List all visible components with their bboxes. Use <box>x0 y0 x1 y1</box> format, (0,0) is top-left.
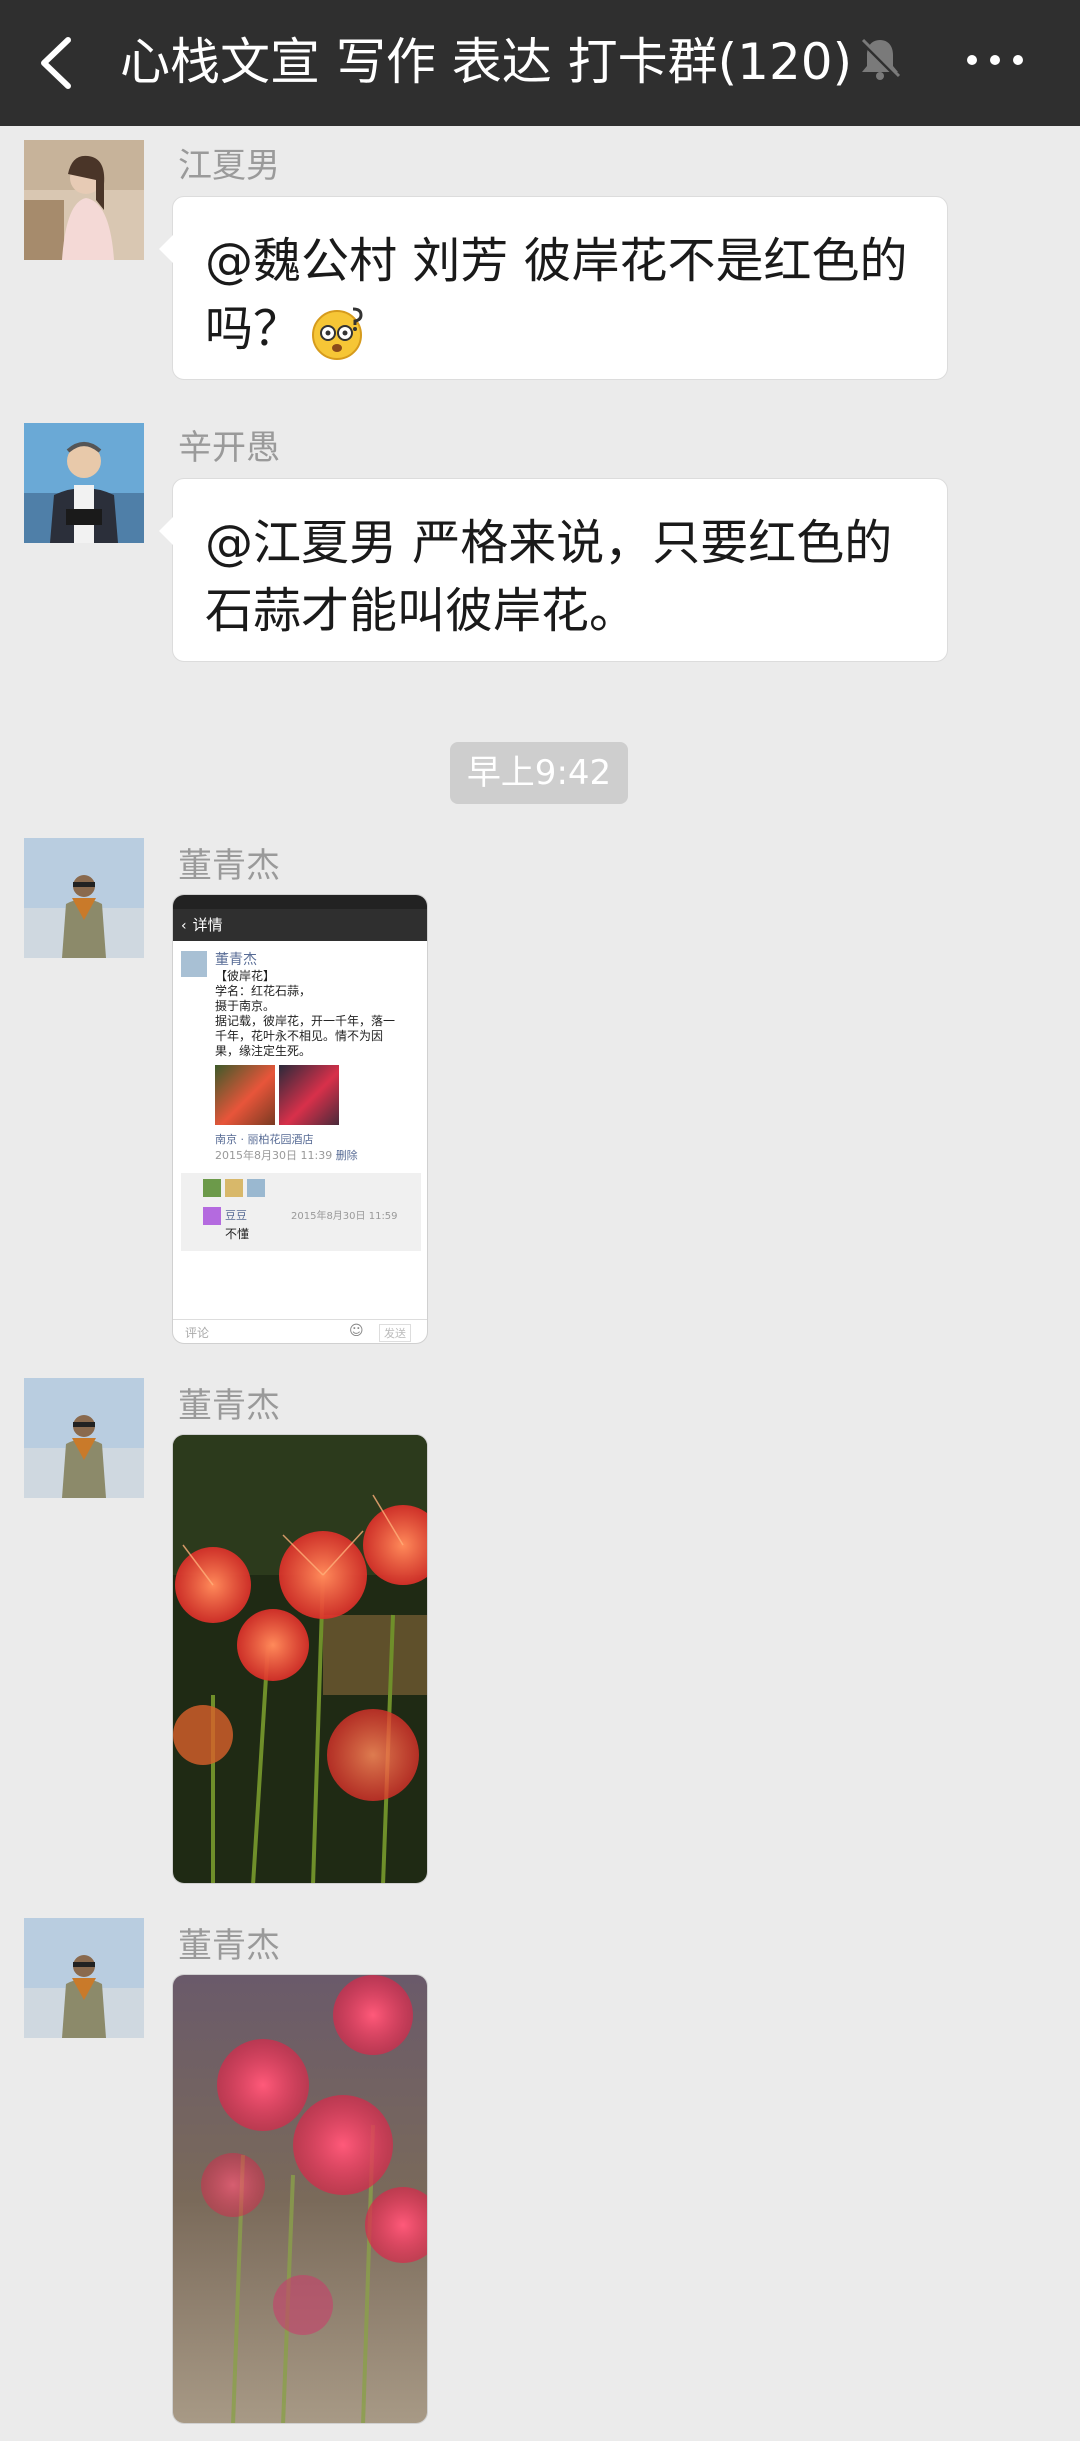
message-bubble[interactable]: @魏公村 刘芳 彼岸花不是红色的吗？ <box>159 196 948 380</box>
avatar-dongqingjie[interactable] <box>24 1918 144 2038</box>
screenshot-header: ‹ 详情 <box>173 909 427 941</box>
sender-name: 辛开愚 <box>178 428 280 468</box>
like-avatar <box>247 1179 265 1197</box>
post-time: 2015年8月30日 11:39 删除 <box>215 1147 358 1163</box>
screenshot-header-title: 详情 <box>192 916 223 934</box>
sender-name: 董青杰 <box>178 1386 280 1426</box>
comment-time: 2015年8月30日 11:59 <box>291 1211 398 1222</box>
comment-placeholder: 评论 <box>185 1326 210 1340</box>
comment-text: 不懂 <box>225 1227 250 1241</box>
sender-name: 董青杰 <box>178 1926 280 1966</box>
comment-author: 豆豆 <box>225 1209 247 1222</box>
bell-muted-icon <box>855 34 905 84</box>
post-photo <box>279 1065 339 1125</box>
post-line: 千年，花叶永不相见。情不为因 <box>215 1029 384 1043</box>
post-delete: 删除 <box>335 1149 358 1162</box>
chat-title: 心栈文宣 写作 表达 打卡群(120) <box>120 33 853 91</box>
post-line: 学名：红花石蒜， <box>215 984 312 998</box>
avatar-jiangxianan[interactable] <box>24 140 144 260</box>
post-line: 摄于南京。 <box>215 999 276 1013</box>
emoji-icon: ☺ <box>349 1323 364 1339</box>
sender-name: 董青杰 <box>178 846 280 886</box>
status-bar <box>173 895 427 909</box>
post-line: 【彼岸花】 <box>215 969 276 983</box>
like-avatar <box>225 1179 243 1197</box>
post-photo <box>215 1065 275 1125</box>
like-avatar <box>203 1179 221 1197</box>
comment-avatar <box>203 1207 221 1225</box>
post-comments: 豆豆 2015年8月30日 11:59 不懂 <box>181 1173 421 1251</box>
image-message-photo[interactable] <box>172 1434 428 1884</box>
message-bubble[interactable]: @江夏男 严格来说，只要红色的石蒜才能叫彼岸花。 <box>159 478 948 662</box>
chevron-left-icon <box>41 37 71 89</box>
post-line: 果，缘注定生死。 <box>215 1044 312 1058</box>
screenshot-post-text: 【彼岸花】 学名：红花石蒜， 摄于南京。 据记载，彼岸花，开一千年，落一 千年，… <box>215 969 423 1059</box>
post-location: 南京 · 丽柏花园酒店 <box>215 1133 314 1146</box>
sender-name: 江夏男 <box>178 146 280 186</box>
avatar-xinkaiyu[interactable] <box>24 423 144 543</box>
post-line: 据记载，彼岸花，开一千年，落一 <box>215 1014 396 1028</box>
top-bar: 心栈文宣 写作 表达 打卡群(120) <box>0 0 1080 126</box>
message-text: @江夏男 严格来说，只要红色的石蒜才能叫彼岸花。 <box>205 515 893 639</box>
back-button[interactable] <box>30 28 90 98</box>
post-time-text: 2015年8月30日 11:39 <box>215 1149 333 1162</box>
screenshot-author: 董青杰 <box>215 952 257 968</box>
screenshot-avatar <box>181 951 207 977</box>
chevron-left-icon: ‹ <box>181 918 187 934</box>
more-button[interactable] <box>960 30 1030 90</box>
dizzy-face-emoji <box>309 303 369 361</box>
avatar-dongqingjie[interactable] <box>24 1378 144 1498</box>
send-label: 发送 <box>379 1324 411 1342</box>
image-message-screenshot[interactable]: ‹ 详情 董青杰 【彼岸花】 学名：红花石蒜， 摄于南京。 据记载，彼岸花，开一千… <box>172 894 428 1344</box>
image-message-photo[interactable] <box>172 1974 428 2424</box>
more-dots-icon <box>967 55 1023 65</box>
comment-bar: 评论 ☺ 发送 <box>173 1319 427 1343</box>
avatar-dongqingjie[interactable] <box>24 838 144 958</box>
time-divider: 早上9:42 <box>450 742 628 804</box>
